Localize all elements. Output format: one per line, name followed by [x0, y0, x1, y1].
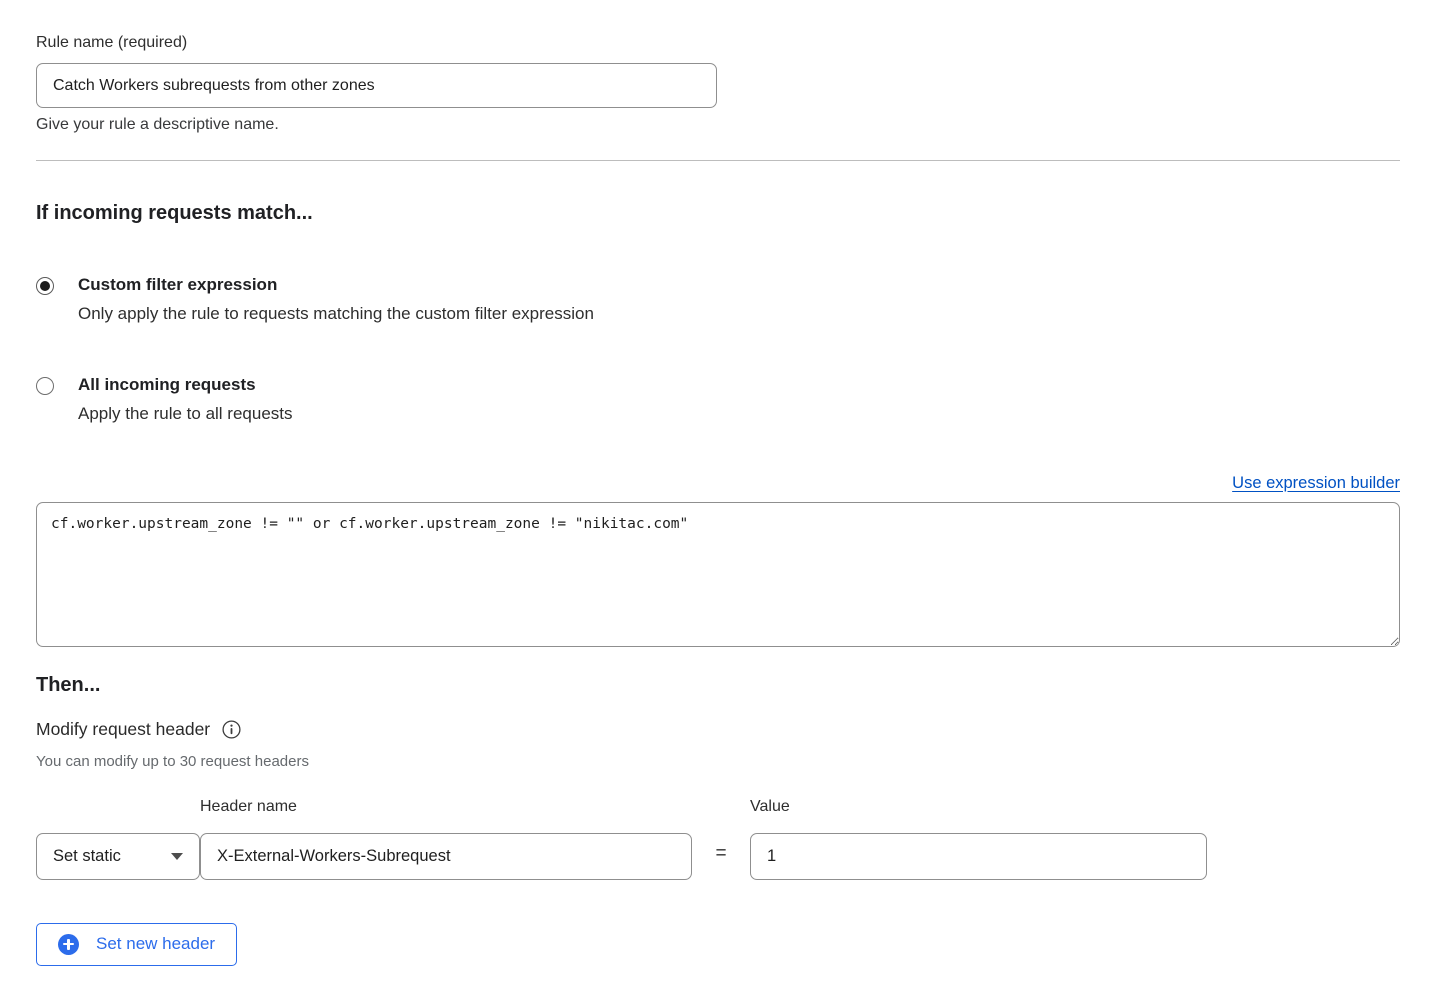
modify-request-header-label: Modify request header: [36, 719, 210, 740]
rule-name-help: Give your rule a descriptive name.: [36, 116, 1400, 134]
use-expression-builder-link[interactable]: Use expression builder: [1232, 474, 1400, 492]
set-new-header-label: Set new header: [96, 934, 215, 954]
equals-sign: =: [715, 843, 726, 869]
header-name-input[interactable]: [200, 833, 692, 880]
header-value-input[interactable]: [750, 833, 1207, 880]
radio-option-custom-filter[interactable]: Custom filter expression Only apply the …: [36, 275, 1400, 325]
radio-custom-filter-description: Only apply the rule to requests matching…: [78, 304, 594, 324]
radio-option-all-requests[interactable]: All incoming requests Apply the rule to …: [36, 375, 1400, 425]
section-divider: [36, 160, 1400, 161]
rule-editor-form: Rule name (required) Give your rule a de…: [0, 0, 1446, 966]
radio-selected-icon[interactable]: [36, 277, 54, 295]
header-name-label: Header name: [200, 798, 692, 817]
match-section-heading: If incoming requests match...: [36, 202, 1400, 225]
chevron-down-icon: [171, 853, 183, 860]
radio-all-requests-description: Apply the rule to all requests: [78, 404, 293, 424]
operation-select[interactable]: Set static: [36, 833, 200, 880]
radio-unselected-icon[interactable]: [36, 377, 54, 395]
radio-custom-filter-label: Custom filter expression: [78, 275, 594, 295]
set-new-header-button[interactable]: Set new header: [36, 923, 237, 966]
modify-header-helper-text: You can modify up to 30 request headers: [36, 753, 1400, 770]
plus-circle-icon: [58, 934, 79, 955]
info-icon[interactable]: [222, 720, 241, 739]
value-label: Value: [750, 798, 1207, 817]
filter-expression-textarea[interactable]: cf.worker.upstream_zone != "" or cf.work…: [36, 502, 1400, 647]
operation-selected-value: Set static: [53, 847, 121, 866]
header-row: Header name Value Set static =: [36, 798, 1400, 880]
rule-name-label: Rule name (required): [36, 34, 1400, 52]
radio-all-requests-label: All incoming requests: [78, 375, 293, 395]
rule-name-input[interactable]: [36, 63, 717, 108]
then-section-heading: Then...: [36, 674, 1400, 697]
